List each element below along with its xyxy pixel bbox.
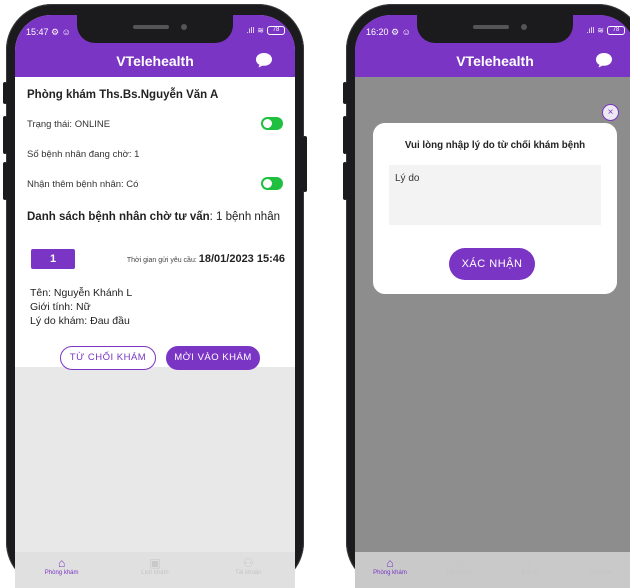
- volume-up-button: [343, 116, 347, 154]
- online-status-toggle[interactable]: [261, 117, 283, 130]
- home-icon: ⌂: [386, 556, 394, 570]
- home-icon: ⌂: [58, 556, 66, 570]
- patient-gender: Giới tính: Nữ: [30, 301, 91, 313]
- reject-reason-modal: Vui lòng nhập lý do từ chối khám bệnh XÁ…: [373, 123, 617, 294]
- notch: [417, 15, 573, 43]
- bottom-tab-bar: ⌂ Phòng khám ▣ Lịch khám ⚕ Bác sĩ ⚇ Tài …: [355, 552, 630, 588]
- app-header: 15:47 ⚙ ☺ .ıll ≋ 78 VTelehealth: [15, 15, 295, 77]
- mute-switch: [343, 82, 347, 104]
- accept-row: Nhận thêm bệnh nhân: Có: [27, 177, 283, 190]
- front-camera: [181, 24, 187, 30]
- tab-label: Bác sĩ: [521, 570, 539, 576]
- tab-account[interactable]: ⚇ Tài khoản: [570, 556, 630, 576]
- waiting-row: Số bệnh nhân đang chờ: 1: [27, 149, 283, 160]
- bottom-tab-bar: ⌂ Phòng khám ▣ Lịch khám ⚇ Tài khoản: [15, 552, 295, 588]
- status-icons: .ıll ≋ 78: [246, 26, 285, 35]
- waiting-list-label: Danh sách bệnh nhân chờ tư vấn: 1 bệnh n…: [27, 211, 280, 223]
- tab-label: Phòng khám: [373, 570, 407, 576]
- screen-right: 16:20 ⚙ ☺ .ıll ≋ 78 VTelehealth × Vui lò…: [355, 15, 630, 588]
- status-row: Trạng thái: ONLINE: [27, 117, 283, 130]
- signal-icon: .ıll: [586, 26, 595, 35]
- request-time-label: Thời gian gửi yêu cầu:: [126, 257, 197, 264]
- power-button: [303, 136, 307, 192]
- tab-label: Tài khoản: [586, 570, 614, 576]
- tab-label: Tài khoản: [235, 570, 262, 576]
- tab-schedule[interactable]: ▣ Lịch khám: [125, 556, 185, 576]
- phone-frame-right: 16:20 ⚙ ☺ .ıll ≋ 78 VTelehealth × Vui lò…: [343, 4, 630, 588]
- patient-reason: Lý do khám: Đau đầu: [30, 315, 130, 327]
- reason-input[interactable]: [389, 165, 601, 225]
- close-modal-icon[interactable]: ×: [602, 104, 619, 121]
- volume-down-button: [3, 162, 7, 200]
- volume-down-button: [343, 162, 347, 200]
- waiting-list-title: Danh sách bệnh nhân chờ tư vấn: [27, 211, 210, 223]
- user-icon: ⚇: [242, 556, 254, 570]
- reject-button[interactable]: TỪ CHỐI KHÁM: [60, 346, 156, 370]
- chat-icon[interactable]: [595, 52, 613, 68]
- mute-switch: [3, 82, 7, 104]
- tab-label: Phòng khám: [44, 570, 79, 576]
- clinic-name: Phòng khám Ths.Bs.Nguyễn Văn A: [27, 89, 219, 101]
- request-number-badge: 1: [31, 249, 75, 269]
- front-camera: [521, 24, 527, 30]
- tab-schedule[interactable]: ▣ Lịch khám: [430, 556, 490, 576]
- notch: [77, 15, 233, 43]
- status-time: 16:20 ⚙ ☺: [366, 27, 411, 37]
- volume-up-button: [3, 116, 7, 154]
- tab-doctor[interactable]: ⚕ Bác sĩ: [500, 556, 560, 576]
- patient-request-card: 1 Thời gian gửi yêu cầu: 18/01/2023 15:4…: [15, 241, 295, 370]
- wifi-icon: ≋: [597, 26, 604, 35]
- status-icons: .ıll ≋ 78: [586, 26, 625, 35]
- request-time: Thời gian gửi yêu cầu: 18/01/2023 15:46: [127, 253, 285, 265]
- signal-icon: .ıll: [246, 26, 255, 35]
- speaker-grille: [473, 25, 509, 29]
- clinic-info-card: Phòng khám Ths.Bs.Nguyễn Văn A Trạng thá…: [15, 77, 295, 242]
- status-label: Trạng thái: ONLINE: [27, 119, 111, 130]
- confirm-button[interactable]: XÁC NHẬN: [449, 248, 535, 280]
- tab-clinic[interactable]: ⌂ Phòng khám: [360, 556, 420, 576]
- tab-clinic[interactable]: ⌂ Phòng khám: [32, 556, 92, 576]
- tab-label: Lịch khám: [446, 570, 474, 576]
- status-time: 15:47 ⚙ ☺: [26, 27, 71, 37]
- accept-patients-label: Nhận thêm bệnh nhân: Có: [27, 179, 139, 190]
- battery-icon: 78: [267, 26, 285, 35]
- wifi-icon: ≋: [257, 26, 264, 35]
- patient-name: Tên: Nguyễn Khánh L: [30, 287, 133, 299]
- modal-title: Vui lòng nhập lý do từ chối khám bệnh: [404, 140, 586, 151]
- tab-account[interactable]: ⚇ Tài khoản: [218, 556, 278, 576]
- invite-button[interactable]: MỜI VÀO KHÁM: [166, 346, 260, 370]
- app-title: VTelehealth: [456, 53, 534, 69]
- tab-label: Lịch khám: [141, 570, 169, 576]
- doctor-icon: ⚕: [526, 556, 534, 570]
- request-time-value: 18/01/2023 15:46: [198, 253, 285, 265]
- screen-left: 15:47 ⚙ ☺ .ıll ≋ 78 VTelehealth Phòng kh…: [15, 15, 295, 588]
- battery-icon: 78: [607, 26, 625, 35]
- speaker-grille: [133, 25, 169, 29]
- chat-icon[interactable]: [255, 52, 273, 68]
- app-header: 16:20 ⚙ ☺ .ıll ≋ 78 VTelehealth: [355, 15, 630, 77]
- accept-patients-toggle[interactable]: [261, 177, 283, 190]
- user-icon: ⚇: [594, 556, 606, 570]
- waiting-count-label: Số bệnh nhân đang chờ: 1: [27, 149, 140, 160]
- calendar-icon: ▣: [149, 556, 161, 570]
- app-title: VTelehealth: [116, 53, 194, 69]
- calendar-icon: ▣: [454, 556, 466, 570]
- waiting-list-count: : 1 bệnh nhân: [209, 211, 280, 223]
- phone-frame-left: 15:47 ⚙ ☺ .ıll ≋ 78 VTelehealth Phòng kh…: [3, 4, 307, 588]
